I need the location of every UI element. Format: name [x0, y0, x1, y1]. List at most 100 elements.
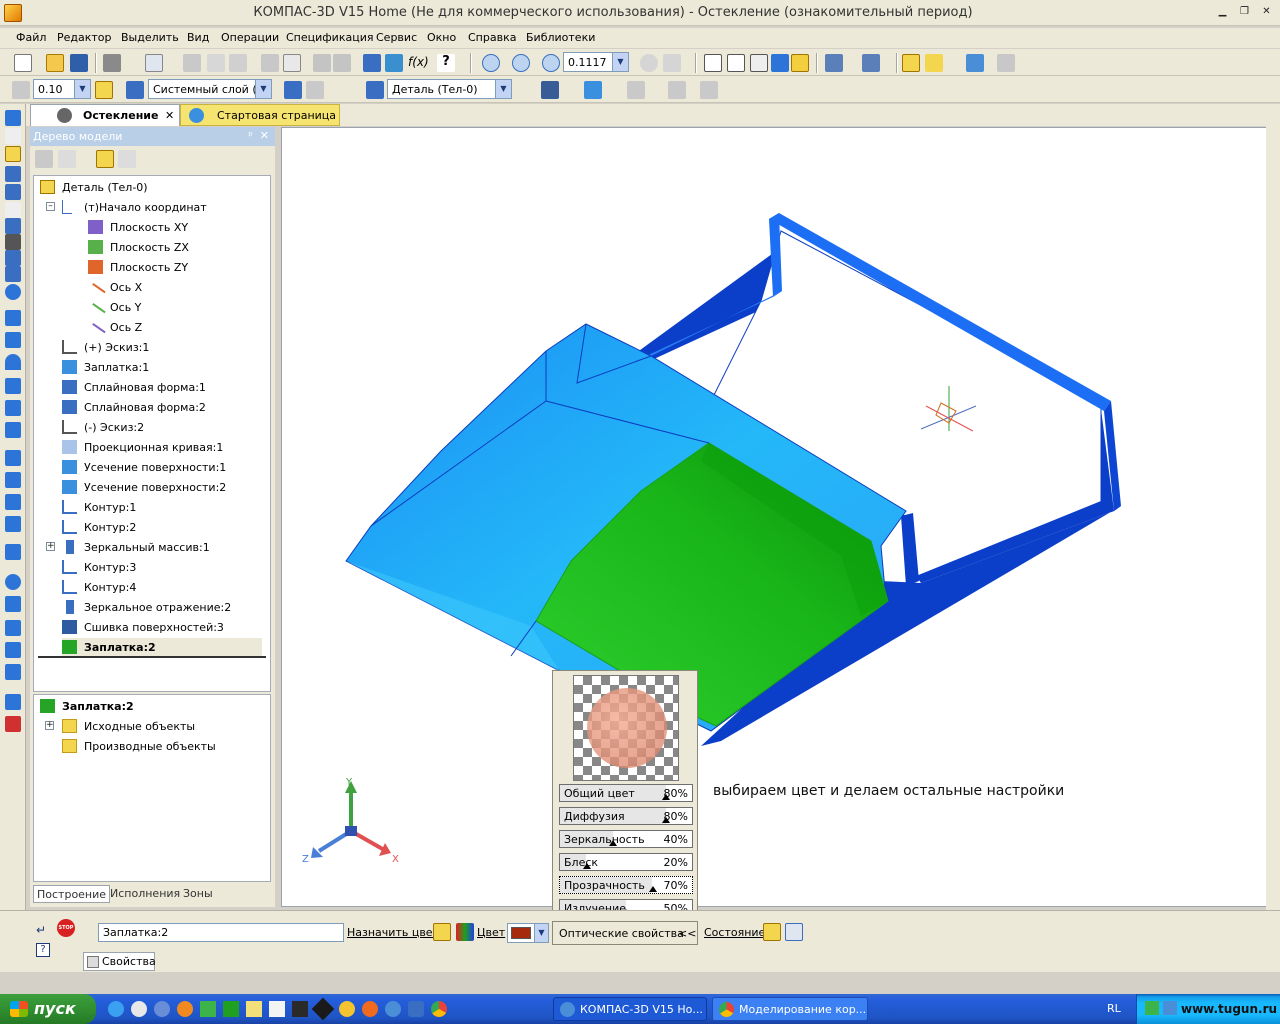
tool-icon[interactable]: [200, 1001, 216, 1017]
tray-network-icon[interactable]: [1163, 1001, 1177, 1015]
tree-view-icon[interactable]: [96, 150, 114, 168]
measure-icon[interactable]: [997, 54, 1015, 72]
slider-diffusion[interactable]: Диффузия 80%: [559, 807, 693, 825]
table-icon[interactable]: [668, 81, 686, 99]
lines-icon[interactable]: [5, 184, 21, 200]
tab-zones[interactable]: Зоны: [183, 887, 213, 900]
menu-operations[interactable]: Операции: [221, 31, 279, 44]
slider-thumb-icon[interactable]: [583, 863, 591, 869]
menu-window[interactable]: Окно: [427, 31, 456, 44]
tree-structure-icon[interactable]: [35, 150, 53, 168]
state-clear-icon[interactable]: [785, 923, 803, 941]
points-icon[interactable]: [5, 166, 21, 182]
plane-icon[interactable]: [5, 450, 21, 466]
coin-icon[interactable]: [339, 1001, 355, 1017]
thin-lines-icon[interactable]: [750, 54, 768, 72]
check-icon[interactable]: [966, 54, 984, 72]
notes-icon[interactable]: [246, 1001, 262, 1017]
open-folder-icon[interactable]: [46, 54, 64, 72]
spec-icon[interactable]: [5, 234, 21, 250]
fx-button[interactable]: f(x): [408, 55, 429, 69]
part-combo[interactable]: Деталь (Тел-0) ▼: [387, 79, 512, 99]
restore-icon[interactable]: ❐: [1237, 5, 1252, 20]
tray-flag-icon[interactable]: [1145, 1001, 1159, 1015]
undo-icon[interactable]: [313, 54, 331, 72]
tab-properties[interactable]: Свойства: [83, 952, 156, 971]
redo-icon[interactable]: [333, 54, 351, 72]
pin-icon[interactable]: ᵖ: [248, 129, 253, 142]
help-icon[interactable]: ?: [36, 943, 50, 957]
revolve-icon[interactable]: [5, 284, 21, 300]
app-icon[interactable]: [154, 1001, 170, 1017]
home-cube-icon[interactable]: [925, 54, 943, 72]
patch2-icon[interactable]: [5, 664, 21, 680]
chevron-down-icon[interactable]: ▼: [534, 924, 548, 942]
palette-icon[interactable]: [456, 923, 474, 941]
color-picker[interactable]: ▼: [507, 923, 549, 943]
angle-icon[interactable]: [5, 202, 21, 218]
tab-glazing[interactable]: Остекление ✕: [30, 104, 180, 126]
menu-select[interactable]: Выделить: [121, 31, 179, 44]
preview-icon[interactable]: [145, 54, 163, 72]
slider-thumb-icon[interactable]: [649, 886, 657, 892]
diamond-app-icon[interactable]: [311, 997, 335, 1021]
paste-icon[interactable]: [229, 54, 247, 72]
rib-icon[interactable]: [5, 400, 21, 416]
collapse-icon[interactable]: –: [46, 202, 55, 211]
menu-view[interactable]: Вид: [187, 31, 209, 44]
ortho-icon[interactable]: [95, 81, 113, 99]
media2-icon[interactable]: [362, 1001, 378, 1017]
menu-editor[interactable]: Редактор: [57, 31, 112, 44]
snap-icon[interactable]: [12, 81, 30, 99]
document-icon[interactable]: [292, 1001, 308, 1017]
chrome-icon[interactable]: [431, 1001, 447, 1017]
state-icon[interactable]: [763, 923, 781, 941]
slider-gloss[interactable]: Блеск 20%: [559, 853, 693, 871]
task-chrome[interactable]: Моделирование кор...: [712, 997, 868, 1021]
tree-list-icon[interactable]: [58, 150, 76, 168]
patch-icon[interactable]: [5, 422, 21, 438]
tree-node-patch-2[interactable]: Заплатка:2: [62, 638, 262, 656]
cut-icon[interactable]: [183, 54, 201, 72]
dimension-icon[interactable]: [700, 81, 718, 99]
filter-icon[interactable]: [825, 54, 843, 72]
sphere-icon[interactable]: [5, 574, 21, 590]
assign-color-label[interactable]: Назначить цвет: [347, 926, 439, 939]
language-indicator[interactable]: RL: [1107, 1002, 1121, 1015]
tab-start-page[interactable]: Стартовая страница: [180, 104, 340, 126]
filter2-icon[interactable]: [862, 54, 880, 72]
model-viewport[interactable]: Y X Z выбираем цвет и делаем остальные н…: [281, 127, 1275, 907]
zoom-all-icon[interactable]: [512, 54, 530, 72]
viewport-scroll[interactable]: [1266, 104, 1280, 910]
new-document-icon[interactable]: [14, 54, 32, 72]
step-combo[interactable]: 0.10 ▼: [33, 79, 91, 99]
cube-icon[interactable]: [902, 54, 920, 72]
format-brush-icon[interactable]: [261, 54, 279, 72]
chevron-down-icon[interactable]: ▼: [255, 80, 271, 98]
task-kompas[interactable]: КОМПАС-3D V15 Но...: [553, 997, 707, 1021]
sweep-icon[interactable]: [5, 354, 21, 370]
start-button[interactable]: пуск: [0, 994, 96, 1024]
split-icon[interactable]: [5, 642, 21, 658]
variables-icon[interactable]: [385, 54, 403, 72]
edit-part-icon[interactable]: [5, 110, 21, 126]
align-icon[interactable]: [627, 81, 645, 99]
layer-combo[interactable]: Системный слой (0) ▼: [148, 79, 272, 99]
trim-icon[interactable]: [5, 596, 21, 612]
extrude-icon[interactable]: [5, 310, 21, 326]
close-icon[interactable]: ✕: [1259, 5, 1274, 20]
color-brush-icon[interactable]: [433, 923, 451, 941]
surfaces-icon[interactable]: [5, 146, 21, 162]
firefox-icon[interactable]: [177, 1001, 193, 1017]
layers-icon[interactable]: [126, 81, 144, 99]
part-icon[interactable]: [366, 81, 384, 99]
slider-thumb-icon[interactable]: [609, 840, 617, 846]
diamond2-icon[interactable]: [5, 516, 21, 532]
object-name-field[interactable]: Заплатка:2: [98, 923, 344, 942]
filter-icon[interactable]: [5, 218, 21, 234]
ie-icon[interactable]: [108, 1001, 124, 1017]
body-icon[interactable]: [541, 81, 559, 99]
kompas2-quick-icon[interactable]: [408, 1001, 424, 1017]
tab-executions[interactable]: Исполнения: [110, 887, 180, 900]
minimize-icon[interactable]: ▁: [1215, 5, 1230, 20]
